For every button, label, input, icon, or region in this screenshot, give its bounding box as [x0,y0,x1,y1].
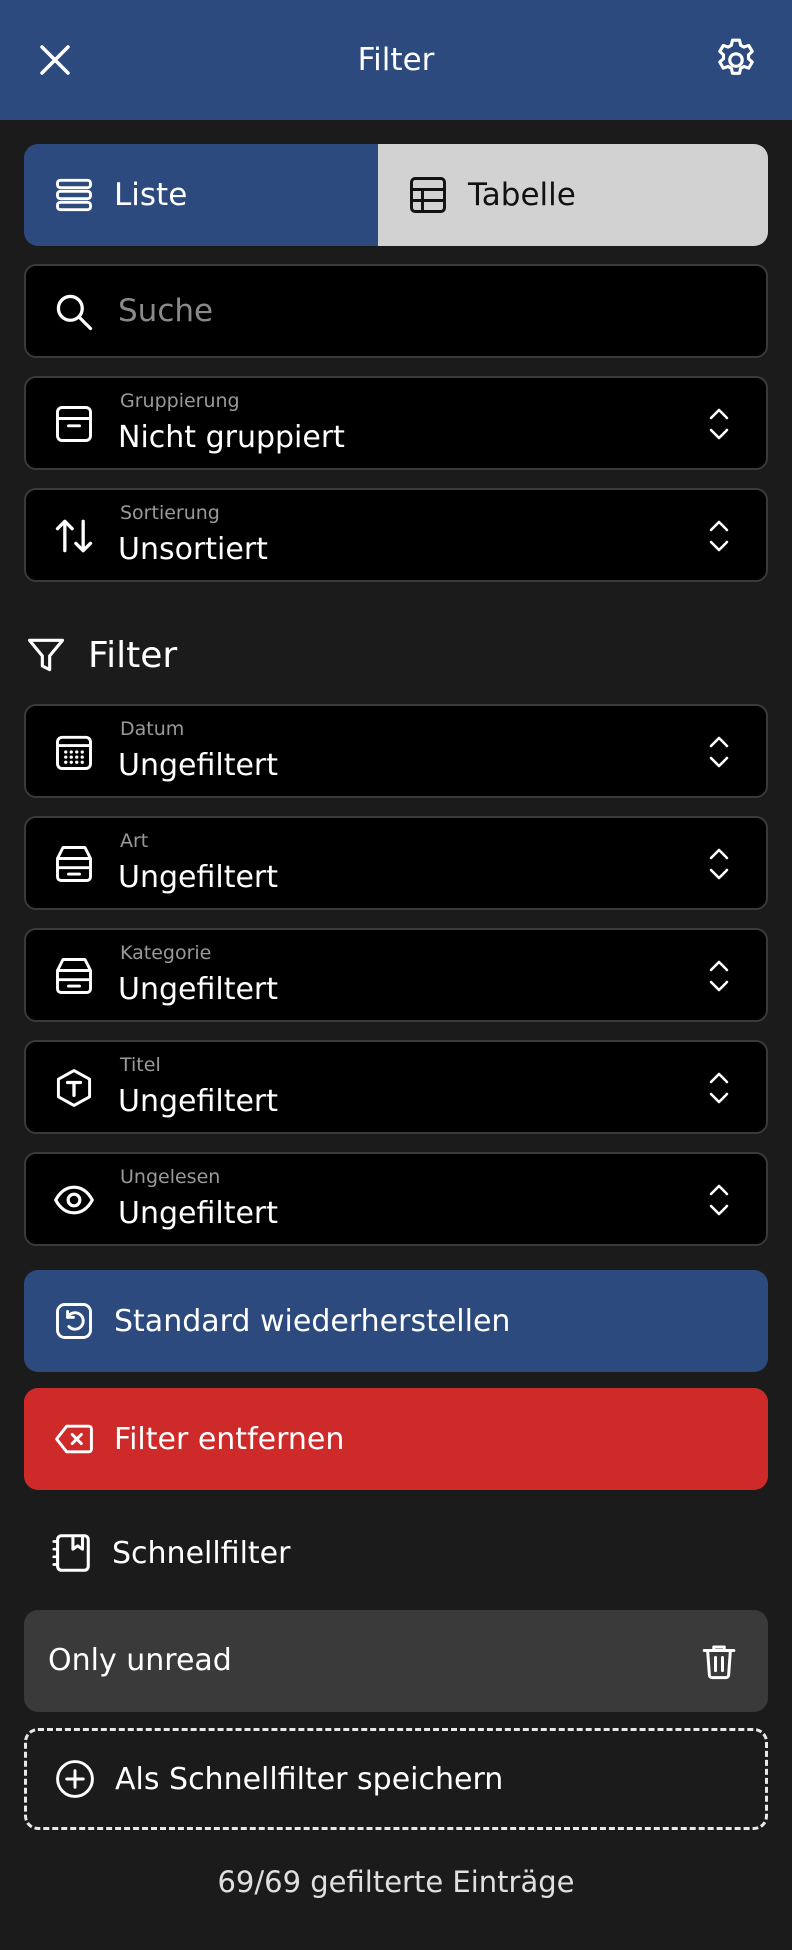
filter-category-value: Ungefiltert [118,972,279,1007]
grouping-label: Gruppierung [120,390,240,412]
filter-category-label: Kategorie [120,942,212,964]
table-icon [410,177,446,213]
filter-unread-label: Ungelesen [120,1166,221,1188]
grouping-value: Nicht gruppiert [118,420,345,455]
chevron-up-down-icon [709,736,729,768]
quick-filter-item-label: Only unread [48,1643,232,1678]
filter-unread-value: Ungefiltert [118,1196,279,1231]
filter-date-value: Ungefiltert [118,748,279,783]
chevron-up-down-icon [709,520,729,552]
filter-title-select[interactable]: Titel Ungefiltert [24,1040,768,1134]
search-field[interactable]: Suche [24,264,768,358]
filter-section-label: Filter [88,634,178,676]
view-option-table[interactable]: Tabelle [378,144,768,246]
view-toggle: Liste Tabelle [24,144,768,246]
eye-icon [54,1185,94,1215]
filter-type-label: Art [120,830,149,852]
calendar-icon [56,735,92,770]
filter-unread-select[interactable]: Ungelesen Ungefiltert [24,1152,768,1246]
sorting-select[interactable]: Sortierung Unsortiert [24,488,768,582]
chevron-up-down-icon [709,408,729,440]
view-option-list-label: Liste [114,177,188,213]
delete-quick-filter-button[interactable] [698,1640,740,1682]
plus-circle-icon [56,1760,94,1798]
chevron-up-down-icon [709,960,729,992]
view-option-list[interactable]: Liste [24,144,378,246]
search-placeholder: Suche [118,293,214,329]
sorting-label: Sortierung [120,502,220,524]
bookmark-book-icon [52,1534,90,1572]
filter-date-label: Datum [120,718,185,740]
restore-icon [56,1303,92,1339]
chevron-up-down-icon [709,848,729,880]
filter-type-value: Ungefiltert [118,860,279,895]
sort-arrows-icon [55,519,93,553]
sorting-value: Unsortiert [118,532,268,567]
filter-date-select[interactable]: Datum Ungefiltert [24,704,768,798]
quick-filters-label: Schnellfilter [112,1535,291,1571]
backspace-x-icon [55,1424,93,1454]
filter-title-value: Ungefiltert [118,1084,279,1119]
filter-title-label: Titel [120,1054,161,1076]
save-quick-filter-label: Als Schnellfilter speichern [115,1761,504,1797]
settings-button[interactable] [711,35,761,85]
list-icon [56,178,92,212]
remove-filters-label: Filter entfernen [114,1421,345,1457]
trash-icon [702,1645,736,1680]
archive-box-icon [56,406,92,442]
restore-defaults-label: Standard wiederherstellen [114,1303,511,1339]
filter-category-select[interactable]: Kategorie Ungefiltert [24,928,768,1022]
filter-type-select[interactable]: Art Ungefiltert [24,816,768,910]
gear-icon [718,38,754,75]
filter-section-title: Filter [24,630,177,680]
chevron-up-down-icon [709,1184,729,1216]
title-tag-icon [56,1069,92,1107]
search-icon [56,294,93,331]
remove-filters-button[interactable]: Filter entfernen [24,1388,768,1490]
chevron-up-down-icon [709,1072,729,1104]
quick-filter-item[interactable]: Only unread [24,1610,768,1712]
quick-filters-title: Schnellfilter [48,1528,290,1578]
restore-defaults-button[interactable]: Standard wiederherstellen [24,1270,768,1372]
tray-icon [56,958,92,994]
page-title: Filter [357,42,435,78]
tray-icon [56,846,92,882]
view-option-table-label: Tabelle [468,177,576,213]
filtered-count: 69/69 gefilterte Einträge [217,1865,575,1899]
top-bar: Filter [0,0,792,120]
grouping-select[interactable]: Gruppierung Nicht gruppiert [24,376,768,470]
save-quick-filter-button[interactable]: Als Schnellfilter speichern [24,1728,768,1830]
funnel-icon [27,638,65,672]
